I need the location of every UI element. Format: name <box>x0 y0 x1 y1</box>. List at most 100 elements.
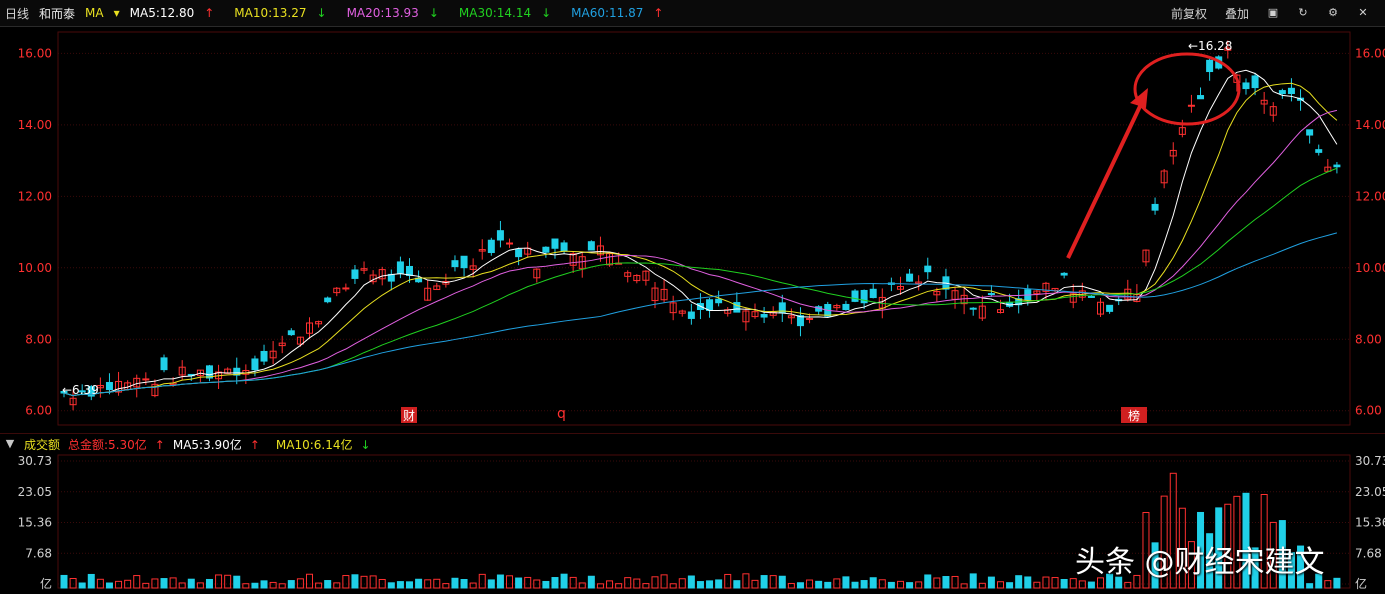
volume-bar <box>660 574 668 589</box>
volume-tick-right: 23.05 <box>1355 485 1385 499</box>
candle-body <box>1151 203 1159 211</box>
candle-body <box>1197 95 1205 100</box>
price-tick-right: 14.00 <box>1355 118 1385 132</box>
volume-bar <box>778 575 786 589</box>
candle-body <box>760 314 768 318</box>
volume-bar <box>678 578 686 589</box>
candle-body <box>851 290 859 302</box>
price-tick-left: 8.00 <box>25 332 52 346</box>
volume-ma5: MA5:3.90亿 ↑ <box>172 437 260 452</box>
volume-title: 成交额 <box>24 437 61 452</box>
volume-tick-left: 23.05 <box>18 485 52 499</box>
candle-body <box>906 273 914 282</box>
volume-bar <box>478 573 486 589</box>
candle-body <box>451 260 459 268</box>
volume-bar <box>851 581 859 589</box>
volume-tick-right: 亿 <box>1355 576 1367 591</box>
volume-bar <box>769 575 777 589</box>
volume-bar <box>296 578 304 589</box>
volume-bar <box>133 575 141 589</box>
volume-bar <box>524 576 532 589</box>
candle-body <box>496 230 504 241</box>
volume-bar <box>287 580 295 589</box>
volume-bar <box>360 575 368 589</box>
candle-body <box>1187 104 1195 107</box>
volume-bar <box>742 573 750 589</box>
volume-bar <box>160 578 168 589</box>
volume-bar <box>1051 577 1059 589</box>
volume-bar <box>305 573 313 589</box>
price-tick-left: 10.00 <box>18 261 52 275</box>
event-marker-2-label[interactable]: q <box>557 406 566 422</box>
candle-body <box>551 238 559 249</box>
price-tick-right: 10.00 <box>1355 261 1385 275</box>
candle-body <box>1242 82 1250 90</box>
price-tick-left: 14.00 <box>18 118 52 132</box>
candle-body <box>487 239 495 254</box>
candle-body <box>160 357 168 371</box>
volume-bar <box>933 577 941 589</box>
candle-body <box>715 298 723 304</box>
volume-bar <box>205 578 213 589</box>
event-marker-1-label: 财 <box>403 409 415 423</box>
candle-body <box>706 299 714 312</box>
volume-bar <box>260 580 268 589</box>
candle-body <box>1060 272 1068 276</box>
volume-bar <box>1087 581 1095 589</box>
price-tick-left: 12.00 <box>18 189 52 203</box>
candle-body <box>142 378 150 381</box>
volume-bar <box>369 575 377 589</box>
volume-tick-left: 30.73 <box>18 454 52 468</box>
volume-bar <box>105 582 113 589</box>
volume-tick-left: 亿 <box>40 576 52 591</box>
volume-bar <box>1033 581 1041 589</box>
volume-bar <box>987 576 995 589</box>
volume-bar <box>87 573 95 589</box>
volume-bar <box>487 579 495 589</box>
volume-tick-right: 15.36 <box>1355 516 1385 530</box>
volume-bar <box>951 575 959 589</box>
volume-bar <box>706 580 714 589</box>
volume-bar <box>560 573 568 589</box>
volume-bar <box>187 578 195 589</box>
volume-bar <box>724 573 732 589</box>
price-tick-right: 8.00 <box>1355 332 1382 346</box>
trend-arrow-head <box>1130 88 1148 108</box>
volume-bar <box>415 578 423 589</box>
collapse-icon[interactable]: ▼ <box>4 438 16 450</box>
volume-bar <box>387 582 395 589</box>
price-tick-left: 6.00 <box>25 404 52 418</box>
candle-body <box>387 273 395 282</box>
candle-body <box>287 330 295 336</box>
candle-body <box>1106 304 1114 312</box>
ma-lines <box>63 69 1338 397</box>
volume-bar <box>942 576 950 589</box>
candle-body <box>1315 149 1323 153</box>
grid-lines <box>57 31 1351 589</box>
volume-bar <box>887 581 895 589</box>
volume-bar <box>1042 576 1050 589</box>
price-tick-left: 16.00 <box>18 46 52 60</box>
volume-bar <box>687 575 695 589</box>
candles <box>60 40 1341 411</box>
trend-arrow <box>1066 99 1145 259</box>
volume-bar <box>569 576 577 589</box>
candle-body <box>515 248 523 258</box>
volume-bar <box>251 582 259 589</box>
price-tick-right: 6.00 <box>1355 404 1382 418</box>
volume-bar <box>215 574 223 589</box>
volume-bar <box>896 580 904 589</box>
volume-bar <box>715 579 723 589</box>
kline-chart[interactable]: 16.00 16.00 14.00 14.00 12.00 12.00 10.00 10.00… <box>0 0 1385 594</box>
volume-bar <box>1015 575 1023 589</box>
ma10-line <box>63 82 1338 397</box>
candle-body <box>560 242 568 252</box>
volume-bar <box>842 576 850 589</box>
volume-bar <box>587 575 595 589</box>
volume-bar <box>1124 581 1132 589</box>
volume-bar <box>1333 577 1341 589</box>
candle-body <box>460 255 468 269</box>
candle-body <box>1278 90 1286 95</box>
volume-bar <box>169 577 177 589</box>
volume-bar <box>324 580 332 589</box>
